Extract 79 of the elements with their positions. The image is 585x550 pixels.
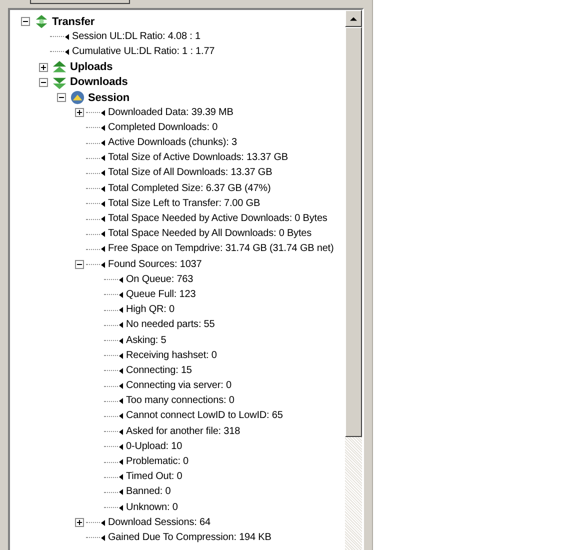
tree-stat-label[interactable]: Asking: 5: [126, 334, 166, 348]
tree-stat-label[interactable]: Download Sessions: 64: [108, 516, 210, 530]
chevrons-icon: [34, 14, 49, 30]
tree-stat-label[interactable]: Asked for another file: 318: [126, 424, 240, 439]
tree-group-label[interactable]: Transfer: [52, 14, 95, 29]
bullet-icon: [119, 444, 123, 450]
expander-toggle[interactable]: [38, 78, 48, 87]
tree-stat-label[interactable]: Free Space on Tempdrive: 31.74 GB (31.74 GB net): [108, 242, 334, 256]
bullet-icon: [119, 276, 123, 283]
tree-stat-label[interactable]: Receiving hashset: 0: [126, 348, 217, 363]
bullet-icon: [101, 170, 105, 176]
tree-stat-label[interactable]: Active Downloads (chunks): 3: [108, 136, 237, 150]
bullet-icon: [101, 534, 105, 541]
bullet-icon: [101, 200, 105, 207]
tree-stat-label[interactable]: Total Size of Active Downloads: 13.37 GB: [108, 151, 288, 166]
bullet-icon: [101, 520, 105, 526]
bullet-icon: [101, 216, 105, 222]
bullet-icon: [119, 474, 123, 480]
expander-toggle[interactable]: [74, 108, 84, 118]
tree-stat-label[interactable]: Session UL:DL Ratio: 4.08 : 1: [72, 30, 200, 44]
tree-stat-label[interactable]: 0-Upload: 10: [126, 440, 182, 454]
tree-group-label[interactable]: Uploads: [70, 60, 113, 74]
bullet-icon: [119, 398, 123, 404]
expander-toggle[interactable]: [20, 17, 30, 26]
bullet-icon: [119, 352, 123, 359]
bullet-icon: [119, 489, 123, 496]
up-arrow-icon: [350, 16, 357, 20]
tree-stat-label[interactable]: Total Space Needed by All Downloads: 0 Bytes: [108, 227, 312, 242]
bullet-icon: [101, 140, 105, 146]
expander-toggle[interactable]: [74, 260, 84, 270]
scrollbar[interactable]: [345, 10, 362, 550]
bullet-icon: [101, 124, 105, 131]
bullet-icon: [119, 383, 123, 390]
tree-stat-label[interactable]: Queue Full: 123: [126, 288, 196, 302]
expander-toggle[interactable]: [56, 93, 66, 102]
bullet-icon: [119, 459, 123, 466]
expander-toggle[interactable]: [74, 518, 84, 528]
expander-toggle[interactable]: [38, 62, 48, 72]
tree-stat-label[interactable]: Problematic: 0: [126, 455, 189, 470]
tree-stat-label[interactable]: Total Size of All Downloads: 13.37 GB: [108, 166, 272, 180]
tree-stat-label[interactable]: Connecting via server: 0: [126, 379, 232, 394]
tree-stat-label[interactable]: Gained Due To Compression: 194 KB: [108, 530, 272, 545]
bullet-icon: [119, 504, 123, 511]
tree-stat-label[interactable]: High QR: 0: [126, 303, 174, 318]
bullet-icon: [119, 322, 123, 328]
chevrons-icon: [52, 60, 67, 75]
tree-stat-label[interactable]: Found Sources: 1037: [108, 258, 202, 272]
tree-stat-label[interactable]: Timed Out: 0: [126, 470, 182, 484]
bullet-icon: [101, 155, 105, 162]
scroll-thumb[interactable]: [345, 27, 362, 437]
bullet-icon: [119, 368, 123, 374]
bullet-icon: [119, 428, 123, 435]
tree-group-label[interactable]: Downloads: [70, 75, 128, 90]
tree-stat-label[interactable]: Downloaded Data: 39.39 MB: [108, 106, 234, 120]
tree-stat-label[interactable]: Cannot connect LowID to LowID: 65: [126, 409, 283, 424]
bullet-icon: [119, 307, 123, 314]
tree-stat-label[interactable]: Connecting: 15: [126, 364, 192, 378]
tree-stat-label[interactable]: No needed parts: 55: [126, 318, 215, 332]
bullet-icon: [119, 292, 123, 298]
scroll-up-button[interactable]: [345, 10, 362, 27]
bullet-icon: [119, 338, 123, 344]
tree-stat-label[interactable]: Total Size Left to Transfer: 7.00 GB: [108, 196, 260, 211]
tree-stat-label[interactable]: Cumulative UL:DL Ratio: 1 : 1.77: [72, 44, 215, 59]
bullet-icon: [101, 110, 105, 116]
bullet-icon: [119, 413, 123, 420]
tree-stat-label[interactable]: On Queue: 763: [126, 272, 194, 287]
tree-group-label[interactable]: Session: [88, 90, 130, 105]
tree-stat-label[interactable]: Completed Downloads: 0: [108, 120, 218, 135]
bullet-icon: [101, 231, 105, 238]
bullet-icon: [101, 262, 105, 268]
tree-stat-label[interactable]: Banned: 0: [126, 485, 171, 500]
bullet-icon: [101, 186, 105, 192]
tree-stat-label[interactable]: Total Space Needed by Active Downloads: 0 Bytes: [108, 212, 328, 226]
tree-stat-label[interactable]: Too many connections: 0: [126, 394, 234, 408]
tree-stat-label[interactable]: Unknown: 0: [126, 500, 178, 515]
bullet-icon: [65, 48, 69, 55]
bullet-icon: [65, 34, 69, 40]
bullet-icon: [101, 246, 105, 252]
tree-stat-label[interactable]: Total Completed Size: 6.37 GB (47%): [108, 182, 271, 196]
